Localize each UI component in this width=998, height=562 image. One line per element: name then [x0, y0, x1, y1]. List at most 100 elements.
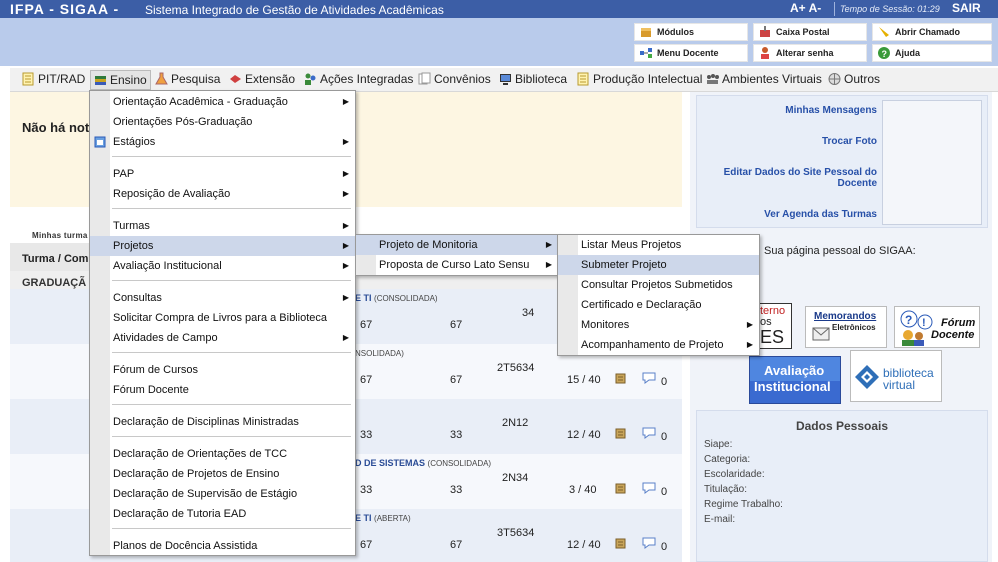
abrir-chamado-button[interactable]: Abrir Chamado [872, 23, 992, 41]
chat-icon[interactable] [641, 371, 659, 388]
turma-name: D DE SISTEMAS [355, 458, 426, 468]
notebook-icon[interactable] [614, 536, 628, 553]
menu-item-estagios[interactable]: Estágios ▶ [90, 132, 355, 152]
turma-horario: 2T5634 [497, 362, 535, 374]
editar-site-link[interactable]: Editar Dados do Site Pessoal do Docente [707, 167, 877, 189]
forum-docente-logo[interactable]: ?! Fórum Docente [894, 306, 980, 348]
menu-pesquisa[interactable]: Pesquisa [155, 72, 220, 86]
menu-item-listar-projetos[interactable]: Listar Meus Projetos [558, 235, 759, 255]
turma-name-link[interactable]: E TI (ABERTA) [355, 513, 411, 523]
menu-item-label: PAP [113, 168, 135, 180]
menu-item-forum-cursos[interactable]: Fórum de Cursos [90, 360, 355, 380]
menu-label: Ensino [110, 73, 147, 87]
menu-extensao[interactable]: Extensão [229, 72, 295, 86]
biblioteca-virtual-logo[interactable]: biblioteca virtual [850, 350, 942, 402]
svg-text:?: ? [882, 49, 888, 59]
portal-text: Sua página pessoal do SIGAA: [764, 245, 916, 257]
menu-docente-button[interactable]: Menu Docente [634, 44, 748, 62]
menu-item-proposta-lato-sensu[interactable]: Proposta de Curso Lato Sensu ▶ [356, 255, 558, 275]
menu-item-label: Declaração de Tutoria EAD [113, 508, 247, 520]
flask-icon [155, 72, 168, 86]
turma-vagas: 15 / 40 [567, 374, 601, 386]
menu-item-avaliacao-institucional[interactable]: Avaliação Institucional ▶ [90, 256, 355, 276]
turma-name-link[interactable]: D DE SISTEMAS (CONSOLIDADA) [355, 458, 491, 468]
turma-ch: 33 [360, 429, 373, 441]
trocar-foto-link[interactable]: Trocar Foto [707, 136, 877, 147]
escolaridade-label: Escolaridade: [704, 469, 765, 480]
menu-producao-intelectual[interactable]: Produção Intelectual [577, 72, 702, 86]
menu-convenios[interactable]: Convênios [418, 72, 491, 86]
menu-item-submeter-projeto[interactable]: Submeter Projeto [558, 255, 759, 275]
submenu-arrow-icon: ▶ [342, 293, 349, 302]
chat-icon[interactable] [641, 536, 659, 553]
menu-ambientes-virtuais[interactable]: Ambientes Virtuais [706, 72, 822, 86]
turma-status: (CONSOLIDADA) [427, 459, 492, 468]
message-count: 0 [661, 431, 668, 443]
menu-item-declaracao-tutoria[interactable]: Declaração de Tutoria EAD [90, 504, 355, 524]
memorandos-logo[interactable]: Memorandos Eletrônicos [805, 306, 887, 348]
interno-logo[interactable]: terno os ES [758, 303, 792, 349]
menu-label: Extensão [245, 72, 296, 86]
menu-separator [112, 352, 351, 353]
menu-item-declaracao-tcc[interactable]: Declaração de Orientações de TCC [90, 444, 355, 464]
submenu-arrow-icon: ▶ [342, 189, 349, 198]
turma-ch: 33 [360, 484, 373, 496]
turma-name-link[interactable]: E TI (CONSOLIDADA) [355, 293, 438, 303]
caixa-postal-button[interactable]: Caixa Postal [753, 23, 867, 41]
avaliacao-institucional-logo[interactable]: Avaliação Institucional [749, 356, 841, 404]
menu-item-monitores[interactable]: Monitores ▶ [558, 315, 759, 335]
menu-biblioteca[interactable]: Biblioteca [499, 72, 567, 86]
menu-item-reposicao[interactable]: Reposição de Avaliação ▶ [90, 184, 355, 204]
turma-ch: 67 [360, 374, 373, 386]
notebook-icon[interactable] [614, 426, 628, 443]
menu-item-declaracao-estagio[interactable]: Declaração de Supervisão de Estágio [90, 484, 355, 504]
app-brand: IFPA - SIGAA - [10, 1, 120, 17]
menu-item-planos-docencia[interactable]: Planos de Docência Assistida [90, 536, 355, 556]
menu-item-acompanhamento[interactable]: Acompanhamento de Projeto ▶ [558, 335, 759, 355]
menu-item-declaracao-disciplinas[interactable]: Declaração de Disciplinas Ministradas [90, 412, 355, 432]
turma-name-link[interactable]: NSOLIDADA) [355, 348, 404, 358]
menu-item-orientacoes-pos[interactable]: Orientações Pós-Graduação [90, 112, 355, 132]
menu-item-atividades-campo[interactable]: Atividades de Campo ▶ [90, 328, 355, 348]
horn-icon [877, 25, 891, 39]
menu-item-forum-docente[interactable]: Fórum Docente [90, 380, 355, 400]
submenu-arrow-icon: ▶ [342, 241, 349, 250]
turma-cr: 33 [450, 429, 463, 441]
menu-item-projetos[interactable]: Projetos ▶ [90, 236, 355, 256]
chat-icon[interactable] [641, 481, 659, 498]
menu-ensino[interactable]: Ensino [90, 70, 151, 90]
menu-item-certificado[interactable]: Certificado e Declaração [558, 295, 759, 315]
ajuda-button[interactable]: ? Ajuda [872, 44, 992, 62]
menu-item-projeto-monitoria[interactable]: Projeto de Monitoria ▶ [356, 235, 558, 255]
menu-outros[interactable]: Outros [828, 72, 880, 86]
alterar-senha-button[interactable]: Alterar senha [753, 44, 867, 62]
menu-item-orientacao-academica[interactable]: Orientação Acadêmica - Graduação ▶ [90, 92, 355, 112]
font-size-controls[interactable]: A+ A- [790, 1, 821, 15]
ensino-dropdown: Orientação Acadêmica - Graduação ▶ Orient… [89, 90, 356, 556]
notebook-icon[interactable] [614, 481, 628, 498]
turma-cr: 33 [450, 484, 463, 496]
logout-button[interactable]: SAIR [952, 1, 981, 15]
menu-item-consultas[interactable]: Consultas ▶ [90, 288, 355, 308]
submenu-arrow-icon: ▶ [342, 333, 349, 342]
globe-icon [828, 72, 841, 86]
menu-item-consultar-projetos[interactable]: Consultar Projetos Submetidos [558, 275, 759, 295]
submenu-arrow-icon: ▶ [545, 260, 552, 269]
minhas-mensagens-link[interactable]: Minhas Mensagens [707, 105, 877, 116]
menu-separator [112, 208, 351, 209]
submenu-arrow-icon: ▶ [746, 340, 753, 349]
menu-item-pap[interactable]: PAP ▶ [90, 164, 355, 184]
menu-item-declaracao-projetos[interactable]: Declaração de Projetos de Ensino [90, 464, 355, 484]
chat-icon[interactable] [641, 426, 659, 443]
titulacao-label: Titulação: [704, 484, 747, 495]
modulos-button[interactable]: Módulos [634, 23, 748, 41]
menu-item-solicitar-compra[interactable]: Solicitar Compra de Livros para a Biblio… [90, 308, 355, 328]
menu-item-turmas[interactable]: Turmas ▶ [90, 216, 355, 236]
menu-item-label: Orientação Acadêmica - Graduação [113, 96, 288, 108]
ver-agenda-link[interactable]: Ver Agenda das Turmas [707, 209, 877, 220]
menu-item-label: Declaração de Supervisão de Estágio [113, 488, 298, 500]
menu-separator [112, 528, 351, 529]
menu-acoes-integradas[interactable]: Ações Integradas [304, 72, 413, 86]
notebook-icon[interactable] [614, 371, 628, 388]
menu-pit-rad[interactable]: PIT/RAD [22, 72, 85, 86]
